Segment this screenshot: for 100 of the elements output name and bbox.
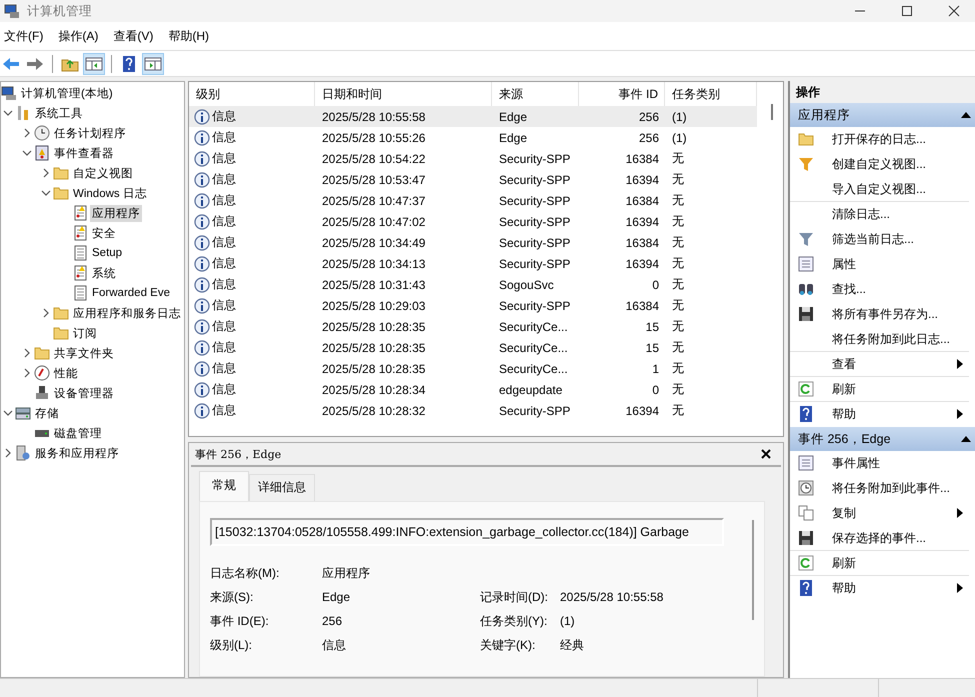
action-row[interactable]: 将任务附加到此事件... (790, 476, 969, 501)
event-row[interactable]: 信息 2025/5/28 10:47:02 Security-SPP 16394 无 (189, 211, 757, 232)
expand-chevron-icon[interactable] (22, 128, 32, 138)
action-row[interactable]: 将任务附加到此日志... (790, 327, 969, 352)
action-row[interactable]: 复制 (790, 501, 969, 526)
action-row[interactable]: 刷新 (790, 551, 969, 576)
action-row[interactable]: 查找... (790, 277, 969, 302)
event-row[interactable]: 信息 2025/5/28 10:55:26 Edge 256 (1) (189, 127, 757, 148)
menu-item[interactable]: 文件(F) (4, 28, 44, 44)
tree-item[interactable]: 共享文件夹 (52, 344, 116, 362)
action-row[interactable]: 事件属性 (790, 451, 969, 476)
filter-icon (798, 156, 814, 172)
field-value: (1) (560, 614, 576, 628)
field-label: 任务类别(Y): (480, 612, 548, 630)
action-row[interactable]: 创建自定义视图... (790, 152, 969, 177)
event-row[interactable]: 信息 2025/5/28 10:47:37 Security-SPP 16384 无 (189, 190, 757, 211)
tree-item[interactable]: 应用程序 (90, 204, 142, 222)
tree-item[interactable]: 计算机管理(本地) (19, 84, 115, 102)
action-row[interactable]: 查看 (790, 352, 969, 377)
collapse-chevron-icon[interactable] (3, 408, 13, 418)
expand-chevron-icon[interactable] (41, 308, 51, 318)
submenu-arrow-icon (957, 508, 963, 518)
expand-chevron-icon[interactable] (41, 168, 51, 178)
action-label: 事件属性 (832, 454, 881, 472)
tree-item[interactable]: Setup (90, 246, 124, 260)
section-header[interactable]: 事件 256，Edge (790, 427, 975, 451)
tree-item[interactable]: Forwarded Eve (90, 286, 172, 300)
action-row[interactable]: 将所有事件另存为... (790, 302, 969, 327)
action-row[interactable]: 属性 (790, 252, 969, 277)
table-cell-text: 无 (671, 213, 685, 230)
storage-icon (15, 405, 31, 421)
event-row[interactable]: 信息 2025/5/28 10:34:13 Security-SPP 16394 无 (189, 253, 757, 274)
table-cell-text: Security-SPP (498, 152, 572, 166)
action-row[interactable]: 打开保存的日志... (790, 127, 969, 152)
table-cell: 信息 (212, 297, 236, 314)
log-icon (72, 245, 88, 261)
tab[interactable]: 详细信息 (249, 474, 315, 501)
event-row[interactable]: 信息 2025/5/28 10:28:34 edgeupdate 0 无 (189, 379, 757, 400)
table-cell-text: SecurityCe... (498, 340, 569, 354)
event-row[interactable]: 信息 2025/5/28 10:28:35 SecurityCe... 15 无 (189, 316, 757, 337)
section-header[interactable]: 应用程序 (790, 103, 975, 127)
gauge-icon (34, 365, 50, 381)
event-row[interactable]: 信息 2025/5/28 10:55:58 Edge 256 (1) (189, 106, 757, 127)
tree-item[interactable]: 安全 (90, 224, 118, 242)
tree-item[interactable]: 设备管理器 (52, 384, 116, 402)
expand-chevron-icon[interactable] (22, 368, 32, 378)
menu-item[interactable]: 查看(V) (113, 28, 154, 44)
event-row[interactable]: 信息 2025/5/28 10:31:43 SogouSvc 0 无 (189, 274, 757, 295)
tree-item[interactable]: 自定义视图 (71, 164, 135, 182)
event-row[interactable]: 信息 2025/5/28 10:28:35 SecurityCe... 15 无 (189, 337, 757, 358)
action-row[interactable]: 保存选择的事件... (790, 526, 969, 551)
close-icon[interactable] (761, 449, 771, 459)
table-cell: 信息 (212, 129, 236, 146)
action-pane-button[interactable] (142, 52, 164, 74)
action-row[interactable]: 刷新 (790, 377, 969, 402)
tree-item[interactable]: 事件查看器 (52, 144, 116, 162)
collapse-icon[interactable] (961, 112, 971, 118)
close-icon[interactable] (948, 5, 960, 17)
action-row[interactable]: 导入自定义视图... (790, 177, 969, 202)
tree-item[interactable]: 系统 (90, 264, 118, 282)
info-icon (194, 130, 210, 146)
section-title: 应用程序 (798, 106, 850, 124)
action-row[interactable]: 清除日志... (790, 202, 969, 227)
maximize-icon[interactable] (901, 5, 913, 17)
table-cell-text: 无 (671, 339, 685, 356)
action-row[interactable]: 帮助 (790, 576, 969, 601)
tree-item[interactable]: 存储 (33, 404, 61, 422)
expand-chevron-icon[interactable] (3, 448, 13, 458)
menu-item[interactable]: 帮助(H) (168, 28, 209, 44)
binoculars-icon (798, 281, 814, 297)
collapse-chevron-icon[interactable] (22, 148, 32, 158)
collapse-icon[interactable] (961, 436, 971, 442)
tree-item[interactable]: 任务计划程序 (52, 124, 128, 142)
event-row[interactable]: 信息 2025/5/28 10:34:49 Security-SPP 16384 无 (189, 232, 757, 253)
expand-chevron-icon[interactable] (22, 348, 32, 358)
tree-item[interactable]: 系统工具 (33, 104, 85, 122)
event-row[interactable]: 信息 2025/5/28 10:28:32 Security-SPP 16394 无 (189, 400, 757, 421)
action-label: 帮助 (832, 580, 857, 596)
tree-toggle-button[interactable] (83, 52, 105, 74)
tree-item[interactable]: 性能 (52, 364, 80, 382)
info-icon (194, 298, 210, 314)
tab[interactable]: 常规 (199, 471, 249, 501)
event-row[interactable]: 信息 2025/5/28 10:29:03 Security-SPP 16384 无 (189, 295, 757, 316)
action-row[interactable]: 帮助 (790, 402, 969, 427)
pane-title: 操作 (790, 81, 975, 103)
tree-item[interactable]: 订阅 (71, 324, 99, 342)
collapse-chevron-icon[interactable] (3, 108, 13, 118)
tree-item[interactable]: 应用程序和服务日志 (71, 304, 183, 322)
table-cell: 信息 (212, 192, 236, 209)
event-row[interactable]: 信息 2025/5/28 10:54:22 Security-SPP 16384 无 (189, 148, 757, 169)
event-row[interactable]: 信息 2025/5/28 10:28:35 SecurityCe... 1 无 (189, 358, 757, 379)
tree-item[interactable]: 磁盘管理 (52, 424, 104, 442)
event-row[interactable]: 信息 2025/5/28 10:53:47 Security-SPP 16394 无 (189, 169, 757, 190)
action-row[interactable]: 筛选当前日志... (790, 227, 969, 252)
collapse-chevron-icon[interactable] (41, 188, 51, 198)
scrollbar[interactable] (752, 520, 754, 620)
menu-item[interactable]: 操作(A) (58, 28, 98, 44)
services-icon (15, 445, 31, 461)
tree-item[interactable]: Windows 日志 (71, 184, 149, 202)
tree-item[interactable]: 服务和应用程序 (33, 444, 121, 462)
